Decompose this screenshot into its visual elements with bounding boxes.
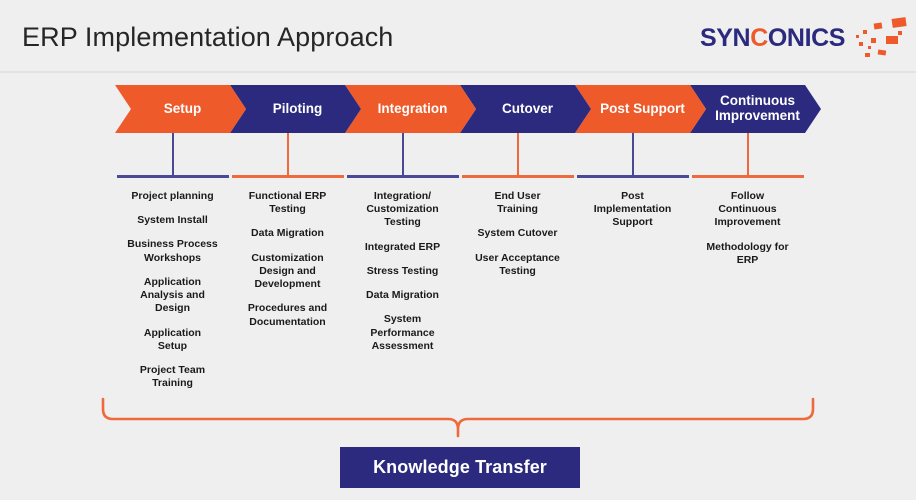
phase-chevron-row: Setup Piloting Integration Cutover Post Supp… <box>0 85 916 133</box>
phase-detail-item: Data Migration <box>366 289 439 302</box>
logo-text-accent: C <box>750 24 768 52</box>
connector-bar-3 <box>346 175 459 178</box>
phase-detail-item: Data Migration <box>251 227 324 240</box>
phase-detail-item: System Install <box>137 214 208 227</box>
connector-stem-3 <box>401 133 404 176</box>
logo-wordmark: SYNCONICS <box>700 24 845 53</box>
phase-detail-column-1: Project planning System Install Business P… <box>117 190 229 390</box>
phase-detail-item: Application Analysis and Design <box>140 275 205 315</box>
phase-detail-column-5: Post Implementation Support <box>577 190 689 230</box>
phase-chevron-5[interactable]: Post Support <box>575 85 706 133</box>
scatter-burst-icon <box>856 17 907 57</box>
phase-chevron-label: Piloting <box>272 100 323 116</box>
phase-chevron-4[interactable]: Cutover <box>460 85 591 133</box>
phase-chevron-1[interactable]: Setup <box>115 85 246 133</box>
phase-detail-item: Business Process Workshops <box>127 238 218 264</box>
connector-bar-1 <box>116 175 229 178</box>
phase-chevron-label: Integration <box>377 100 448 116</box>
phase-chevron-6[interactable]: Continuous Improvement <box>690 85 821 133</box>
connector-bar-4 <box>461 175 574 178</box>
phase-detail-item: Project Team Training <box>139 363 206 390</box>
connector-bar-2 <box>231 175 344 178</box>
phase-detail-column-4: End User Training System Cutover User Accep… <box>462 190 574 278</box>
phase-detail-column-3: Integration/Customization Testing Integrat… <box>347 190 459 353</box>
synconics-logo: SYNCONICS <box>700 17 907 62</box>
phase-detail-item: System Performance Assessment <box>370 313 435 352</box>
phase-detail-item: Post Implementation Support <box>593 190 672 229</box>
phase-chevron-label: Post Support <box>600 100 685 116</box>
logo-text-part1: SYN <box>700 24 751 52</box>
phase-detail-item: End User Training <box>494 190 541 216</box>
connector-stem-4 <box>516 133 519 176</box>
phase-detail-item: Customization Design and Development <box>251 251 324 291</box>
connector-stem-1 <box>171 133 174 176</box>
page-title: ERP Implementation Approach <box>22 22 394 52</box>
header-bar: ERP Implementation Approach SYNCONICS <box>0 0 916 73</box>
header-divider <box>0 71 916 73</box>
phase-detail-item: User Acceptance Testing <box>475 251 560 277</box>
phase-chevron-label: Continuous Improvement <box>715 93 800 123</box>
logo-text-part2: ONICS <box>767 24 846 52</box>
knowledge-transfer-box: Knowledge Transfer <box>340 447 580 488</box>
phase-detail-item: System Cutover <box>477 227 558 240</box>
phase-chevron-label: Setup <box>163 100 202 116</box>
phase-detail-item: Methodology for ERP <box>706 240 789 266</box>
knowledge-transfer-label: Knowledge Transfer <box>373 457 547 477</box>
phase-detail-column-2: Functional ERP Testing Data Migration Custo… <box>232 190 344 329</box>
phase-detail-item: Application Setup <box>143 326 202 352</box>
phase-detail-item: Functional ERP Testing <box>248 190 327 216</box>
connector-stem-2 <box>286 133 289 176</box>
phase-detail-item: Procedures and Documentation <box>247 302 328 328</box>
phase-detail-item: Integration/Customization Testing <box>366 190 439 229</box>
phase-detail-item: Stress Testing <box>366 264 439 277</box>
connector-bar-6 <box>691 175 804 178</box>
curly-brace-icon <box>101 397 815 438</box>
phase-detail-item: Integrated ERP <box>364 240 441 253</box>
connector-bar-5 <box>576 175 689 178</box>
connector-stem-5 <box>631 133 634 176</box>
connector-stem-6 <box>746 133 749 176</box>
phase-detail-item: Project planning <box>131 190 214 202</box>
phase-chevron-3[interactable]: Integration <box>345 85 476 133</box>
phase-detail-column-6: Follow Continuous Improvement Methodology f… <box>692 190 804 267</box>
phase-chevron-label: Cutover <box>501 100 553 116</box>
phase-chevron-2[interactable]: Piloting <box>230 85 361 133</box>
phase-detail-item: Follow Continuous Improvement <box>714 190 781 229</box>
